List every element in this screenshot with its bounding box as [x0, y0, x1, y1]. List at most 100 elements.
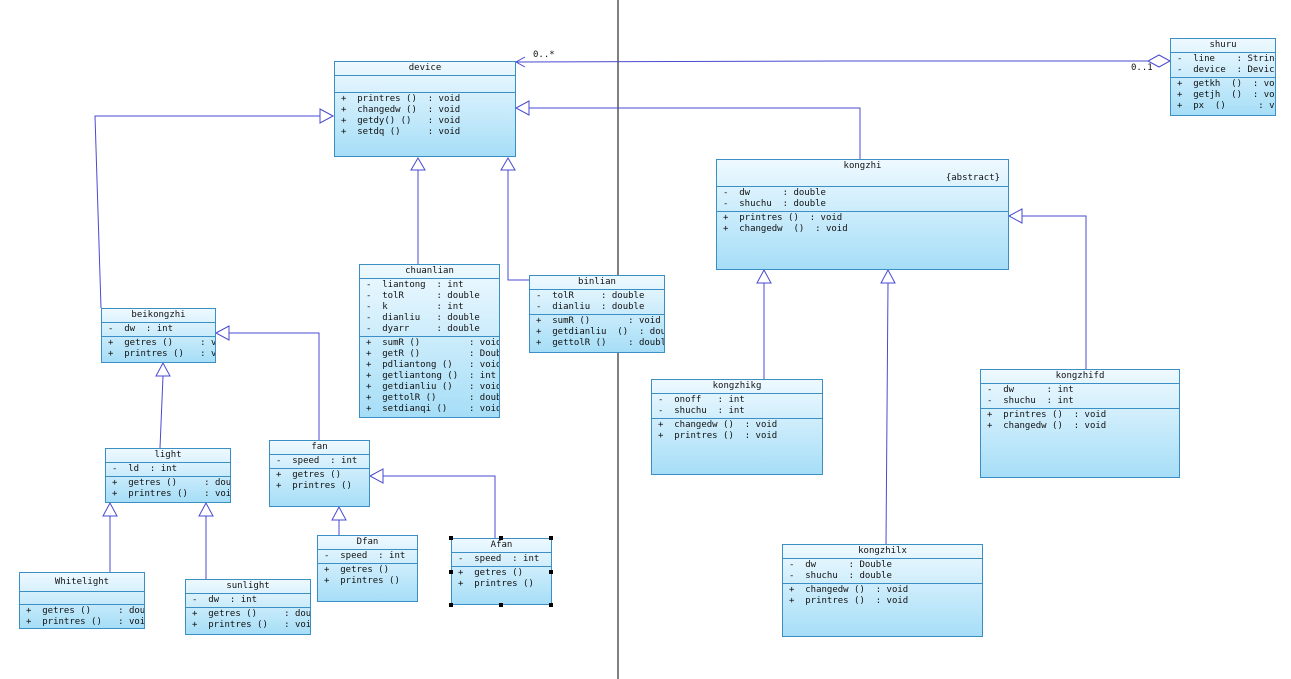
class-light[interactable]: light- ld : int + getres () : double+ pri…	[105, 448, 231, 503]
selection-handle[interactable]	[499, 603, 503, 607]
attribute-row[interactable]: - device : Device	[1177, 65, 1275, 76]
attribute-row[interactable]: - shuchu : double	[789, 571, 982, 582]
class-kongzhi[interactable]: kongzhi {abstract} - dw : double - shuchu :…	[716, 159, 1009, 270]
selection-handle[interactable]	[549, 536, 553, 540]
class-beikongzhi[interactable]: beikongzhi- dw : int + getres () : void+ …	[101, 308, 216, 363]
selection-handle[interactable]	[449, 603, 453, 607]
operation-row[interactable]: + printres () : void	[341, 94, 515, 105]
attribute-row[interactable]: - speed : int	[324, 551, 417, 562]
operation-row[interactable]: + gettolR () : double	[536, 338, 664, 349]
selection-handle[interactable]	[499, 536, 503, 540]
attribute-row[interactable]: - shuchu : int	[987, 396, 1179, 407]
operation-row[interactable]: + setdianqi () : void	[366, 404, 499, 415]
edge-kongzhifd-kongzhi[interactable]	[1022, 215, 1087, 369]
attributes-section: - onoff : int - shuchu : int	[652, 394, 822, 419]
operation-row[interactable]: + changedw () : void	[789, 585, 982, 596]
attribute-row[interactable]: - dianliu : double	[366, 313, 499, 324]
edge-shuru-device[interactable]	[515, 60, 1148, 63]
operation-row[interactable]: + printres () : void	[789, 596, 982, 607]
operation-row[interactable]: + getdianliu () : double	[536, 327, 664, 338]
attribute-row[interactable]: - dw : int	[987, 385, 1179, 396]
edge-fan-beikongzhi[interactable]	[229, 332, 320, 440]
operation-row[interactable]: + getdy() () : void	[341, 116, 515, 127]
operation-row[interactable]: + getres () : do	[458, 568, 551, 579]
edge-light-beikongzhi[interactable]	[159, 375, 164, 449]
attribute-row[interactable]: - dw : int	[108, 324, 215, 335]
attributes-section: - speed : int	[452, 553, 551, 567]
class-sunlight[interactable]: sunlight- dw : int + getres () : double+ …	[185, 579, 311, 635]
arrowhead-dfan-fan	[331, 505, 347, 521]
operation-row[interactable]: + getliantong () : int	[366, 371, 499, 382]
operation-row[interactable]: + getjh () : void	[1177, 90, 1275, 101]
edge-kongzhi-device[interactable]	[529, 107, 861, 159]
selection-handle[interactable]	[449, 570, 453, 574]
attribute-row[interactable]: - dw : int	[192, 595, 310, 606]
operation-row[interactable]: + gettolR () : double	[366, 393, 499, 404]
attribute-row[interactable]: - tolR : double	[366, 291, 499, 302]
operation-row[interactable]: + getres () : double	[192, 609, 310, 620]
operation-row[interactable]: + getR () : Double	[366, 349, 499, 360]
operation-row[interactable]: + px () : void	[1177, 101, 1275, 112]
operation-row[interactable]: + printres () : void	[26, 617, 144, 628]
class-kongzhikg[interactable]: kongzhikg - onoff : int - shuchu : int + ch…	[651, 379, 823, 475]
selection-handle[interactable]	[549, 603, 553, 607]
attribute-row[interactable]: - speed : int	[276, 456, 369, 467]
attribute-row[interactable]: - shuchu : int	[658, 406, 822, 417]
operation-row[interactable]: + getres () : do	[324, 565, 417, 576]
attribute-row[interactable]: - ld : int	[112, 464, 230, 475]
attribute-row[interactable]: - dianliu : double	[536, 302, 664, 313]
attribute-row[interactable]: - speed : int	[458, 554, 551, 565]
edge-beikongzhi-device[interactable]	[94, 115, 320, 309]
operation-row[interactable]: + getres () : void	[108, 338, 215, 349]
class-afan[interactable]: Afan- speed : int + getres () : do+ print…	[451, 538, 552, 605]
class-kongzhifd[interactable]: kongzhifd - dw : int - shuchu : int + print…	[980, 369, 1180, 478]
operation-row[interactable]: + setdq () : void	[341, 127, 515, 138]
attribute-row[interactable]: - onoff : int	[658, 395, 822, 406]
operation-row[interactable]: + printres () : vo	[458, 579, 551, 590]
operation-row[interactable]: + changedw () : void	[341, 105, 515, 116]
operation-row[interactable]: + pdliantong () : void	[366, 360, 499, 371]
operation-row[interactable]: + printres () : void	[987, 410, 1179, 421]
operation-row[interactable]: + printres () : void	[112, 489, 230, 500]
operation-row[interactable]: + getkh () : void	[1177, 79, 1275, 90]
operation-row[interactable]: + sumR () : void	[536, 316, 664, 327]
operation-row[interactable]: + printres () : void	[723, 213, 1008, 224]
attribute-row[interactable]: - dw : double	[723, 188, 1008, 199]
operation-row[interactable]: + getres () : do	[276, 470, 369, 481]
operation-row[interactable]: + printres () : void	[192, 620, 310, 631]
operation-row[interactable]: + printres () : void	[108, 349, 215, 360]
operation-row[interactable]: + changedw () : void	[658, 420, 822, 431]
edge-kongzhilx-kongzhi[interactable]	[885, 282, 889, 545]
operation-row[interactable]: + changedw () : void	[723, 224, 1008, 235]
class-fan[interactable]: fan- speed : int + getres () : do+ printr…	[269, 440, 370, 507]
selection-handle[interactable]	[549, 570, 553, 574]
class-binlian[interactable]: binlian - tolR : double - dianliu : double…	[529, 275, 665, 353]
class-device[interactable]: device + printres () : void + changedw () …	[334, 61, 516, 157]
attribute-row[interactable]: - k : int	[366, 302, 499, 313]
class-kongzhilx[interactable]: kongzhilx - dw : Double - shuchu : double +…	[782, 544, 983, 637]
class-shuru[interactable]: shuru - line : String - device : Device + g…	[1170, 38, 1276, 116]
attributes-section: - speed : int	[318, 550, 417, 564]
class-whitelight[interactable]: Whitelight + getres () : double+ printres…	[19, 572, 145, 629]
edge-afan-fan[interactable]	[383, 475, 496, 538]
operation-row[interactable]: + printres () : vo	[276, 481, 369, 492]
operation-row[interactable]: + sumR () : void	[366, 338, 499, 349]
attribute-row[interactable]: - dw : Double	[789, 560, 982, 571]
class-chuanlian[interactable]: chuanlian - liantong : int - tolR : double…	[359, 264, 500, 418]
selection-handle[interactable]	[449, 536, 453, 540]
operation-row[interactable]: + changedw () : void	[987, 421, 1179, 432]
operation-row[interactable]: + getres () : double	[112, 478, 230, 489]
operation-row[interactable]: + printres () : vo	[324, 576, 417, 587]
attributes-section: - dw : int	[186, 594, 310, 608]
operation-row[interactable]: + getres () : double	[26, 606, 144, 617]
attribute-row[interactable]: - line : String	[1177, 54, 1275, 65]
attribute-row[interactable]: - dyarr : double	[366, 324, 499, 335]
operation-row[interactable]: + printres () : void	[658, 431, 822, 442]
attribute-row[interactable]: - shuchu : double	[723, 199, 1008, 210]
operation-row[interactable]: + getdianliu () : void	[366, 382, 499, 393]
attribute-row[interactable]: - tolR : double	[536, 291, 664, 302]
class-dfan[interactable]: Dfan- speed : int + getres () : do+ print…	[317, 535, 418, 602]
edge-binlian-device[interactable]	[507, 170, 529, 281]
class-name: light	[106, 449, 230, 463]
attribute-row[interactable]: - liantong : int	[366, 280, 499, 291]
